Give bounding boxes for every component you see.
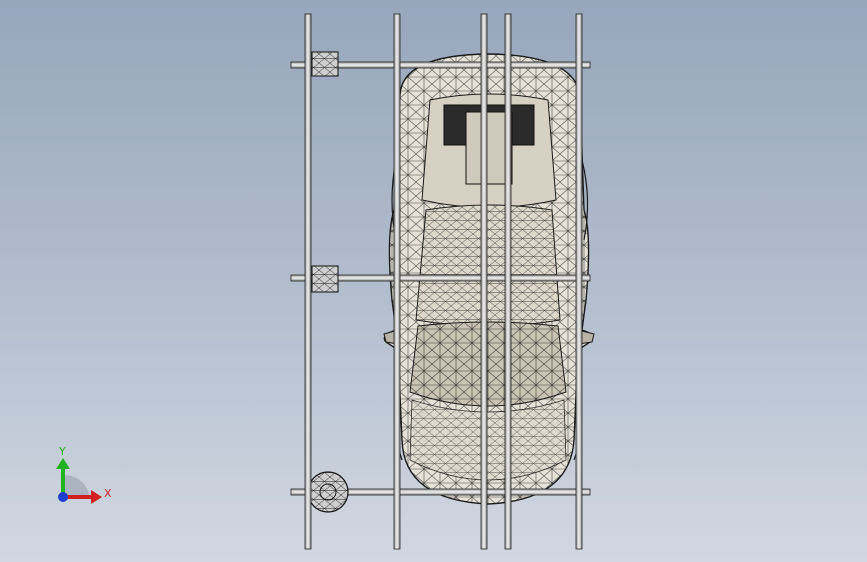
- orientation-triad[interactable]: Y X: [56, 445, 112, 504]
- y-axis-label: Y: [58, 445, 66, 458]
- y-axis-arrowhead: [56, 458, 70, 469]
- windshield-mesh: [410, 322, 566, 406]
- cad-viewport[interactable]: Y X: [0, 0, 867, 562]
- pole-4[interactable]: [504, 13, 512, 550]
- caster-wheel-mesh: [308, 472, 348, 512]
- top-connector-mesh: [312, 52, 338, 76]
- pole-5[interactable]: [575, 13, 583, 550]
- roof-mesh: [416, 205, 560, 326]
- x-axis-arrowhead: [91, 490, 102, 504]
- connector-blocks[interactable]: [307, 51, 349, 513]
- middle-connector-mesh: [312, 266, 338, 292]
- pole-1[interactable]: [304, 13, 312, 550]
- pole-3[interactable]: [480, 13, 488, 550]
- triad-arc: [64, 474, 90, 498]
- hood-mesh: [410, 400, 566, 480]
- pole-2[interactable]: [393, 13, 401, 550]
- triad-origin: [58, 492, 68, 502]
- x-axis-label: X: [104, 487, 112, 500]
